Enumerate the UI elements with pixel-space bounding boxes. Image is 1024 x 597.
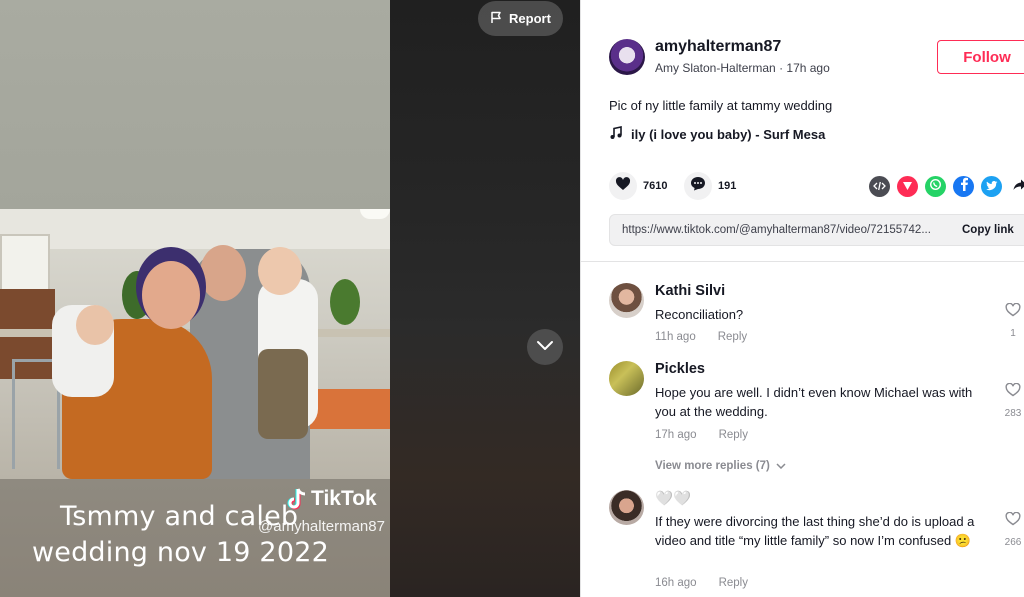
comment-text: Reconciliation? [655, 307, 744, 322]
music-title: ily (i love you baby) - Surf Mesa [631, 127, 826, 142]
view-more-replies-button[interactable]: View more replies (7) [655, 460, 786, 472]
author-meta: Amy Slaton-Halterman · 17h ago [655, 61, 830, 75]
view-more-replies-label: View more replies (7) [655, 460, 770, 472]
heart-icon [615, 176, 631, 196]
commenter-avatar[interactable] [609, 283, 644, 318]
reply-button[interactable]: Reply [719, 429, 748, 441]
comment-like-count: 266 [1004, 537, 1022, 548]
comment-time: 11h ago [655, 331, 696, 343]
report-button[interactable]: Report [478, 1, 563, 36]
video-details-panel: amyhalterman87 Amy Slaton-Halterman · 17… [580, 0, 1024, 597]
comments-divider [581, 261, 1024, 262]
heart-outline-icon [1005, 511, 1021, 531]
reply-button[interactable]: Reply [719, 577, 748, 589]
share-link-url[interactable]: https://www.tiktok.com/@amyhalterman87/v… [622, 224, 948, 236]
post-time: 17h ago [786, 61, 830, 75]
next-video-button[interactable] [527, 329, 563, 365]
commenter-avatar[interactable] [609, 361, 644, 396]
tiktok-watermark-text: TikTok [311, 487, 377, 510]
comment-button[interactable] [684, 172, 712, 200]
share-twitter-button[interactable] [981, 176, 1002, 197]
comment-meta: 17h ago Reply [655, 429, 748, 441]
copy-link-button[interactable]: Copy link [962, 224, 1014, 236]
comment-text: Hope you are well. I didn’t even know Mi… [655, 385, 973, 419]
video-player[interactable]: TikTok @amyhalterman87 Tsmmy and caleb w… [0, 0, 580, 597]
send-to-friends-button[interactable] [897, 176, 918, 197]
music-note-icon [609, 126, 623, 143]
share-embed-button[interactable] [869, 176, 890, 197]
chevron-down-icon [536, 338, 554, 356]
comment-meta: 16h ago Reply [655, 577, 748, 589]
comment-like-count: 283 [1004, 408, 1022, 419]
embed-code-icon [873, 178, 886, 196]
comment-text: If they were divorcing the last thing sh… [655, 514, 975, 548]
comment-like-button[interactable]: 266 [1003, 511, 1023, 548]
comment-like-button[interactable]: 283 [1003, 382, 1023, 419]
comment-like-count: 1 [1010, 328, 1016, 339]
reply-button[interactable]: Reply [718, 331, 747, 343]
report-label: Report [509, 11, 551, 26]
video-frame[interactable]: TikTok @amyhalterman87 Tsmmy and caleb w… [0, 0, 390, 597]
comment-icon [690, 176, 706, 196]
video-photo [0, 209, 390, 479]
heart-outline-icon [1005, 382, 1021, 402]
follow-button[interactable]: Follow [937, 40, 1024, 74]
like-button[interactable] [609, 172, 637, 200]
author-display-name: Amy Slaton-Halterman [655, 61, 776, 75]
video-caption-line-1: Tsmmy and caleb [60, 501, 299, 532]
like-count: 7610 [643, 180, 668, 192]
comment-count: 191 [718, 180, 737, 192]
music-link[interactable]: ily (i love you baby) - Surf Mesa [609, 126, 825, 143]
author-avatar[interactable] [609, 39, 645, 75]
video-blurred-background [390, 0, 580, 597]
chevron-down-icon [776, 460, 786, 472]
commenter-name[interactable]: Kathi Silvi [655, 283, 725, 299]
tiktok-watermark: TikTok [287, 487, 377, 511]
author-username[interactable]: amyhalterman87 [655, 38, 781, 56]
video-top-area [0, 0, 390, 209]
share-link-box: https://www.tiktok.com/@amyhalterman87/v… [609, 214, 1024, 246]
commenter-avatar[interactable] [609, 490, 644, 525]
comment-like-button[interactable]: 1 [1003, 302, 1023, 339]
twitter-icon [985, 178, 998, 196]
commenter-name[interactable]: 🤍🤍 [655, 490, 691, 507]
comment-time: 17h ago [655, 429, 697, 441]
post-description: Pic of ny little family at tammy wedding [609, 98, 833, 113]
share-more-button[interactable] [1009, 176, 1024, 197]
whatsapp-icon [929, 178, 942, 196]
send-icon [902, 178, 913, 196]
flag-icon [490, 11, 503, 27]
comment-time: 16h ago [655, 577, 697, 589]
commenter-name[interactable]: Pickles [655, 361, 705, 377]
share-arrow-icon [1013, 178, 1024, 196]
facebook-icon [959, 177, 969, 196]
video-caption-line-2: wedding nov 19 2022 [32, 537, 329, 568]
heart-outline-icon [1005, 302, 1021, 322]
comment-meta: 11h ago Reply [655, 331, 747, 343]
share-facebook-button[interactable] [953, 176, 974, 197]
share-whatsapp-button[interactable] [925, 176, 946, 197]
